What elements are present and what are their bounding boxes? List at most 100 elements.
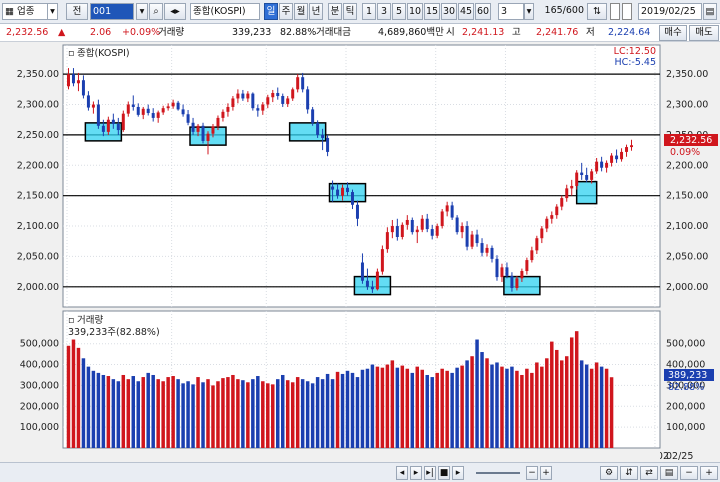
compare-icon[interactable]: ⇄ bbox=[640, 466, 658, 480]
period-week-button[interactable]: 주 bbox=[279, 3, 293, 20]
volume-bar bbox=[485, 358, 489, 448]
volume-bar bbox=[579, 360, 584, 448]
volume-bar bbox=[320, 379, 325, 448]
price-tick-left: 2,000.00 bbox=[17, 282, 59, 293]
volume-bar bbox=[335, 371, 340, 448]
volume-bar bbox=[156, 379, 160, 448]
volume-bar bbox=[121, 374, 126, 448]
volume-bar bbox=[191, 384, 195, 448]
interval-button-1[interactable]: 1 bbox=[362, 3, 376, 20]
checkbox-icon[interactable] bbox=[610, 3, 620, 20]
highlight-box bbox=[575, 180, 598, 205]
price-tick-left: 2,100.00 bbox=[17, 221, 59, 232]
volume-bar bbox=[545, 358, 549, 448]
interval-button-30[interactable]: 30 bbox=[441, 3, 457, 20]
zoom-plus-icon[interactable]: + bbox=[700, 466, 718, 480]
zoom-minus-icon[interactable]: − bbox=[680, 466, 698, 480]
price-tick-left: 2,350.00 bbox=[17, 69, 59, 80]
volume-bar bbox=[569, 337, 574, 448]
volume-bar bbox=[500, 366, 504, 448]
code-input[interactable]: 001 bbox=[90, 3, 134, 20]
candle-body bbox=[86, 95, 90, 108]
stop-icon[interactable]: ■ bbox=[438, 466, 450, 480]
volume-bar bbox=[589, 368, 594, 448]
candle-body bbox=[560, 198, 564, 207]
candle-body bbox=[246, 93, 250, 99]
candle-body bbox=[131, 104, 135, 107]
speaker-icon[interactable]: ◂▸ bbox=[164, 3, 186, 20]
dropdown-icon[interactable]: ▾ bbox=[48, 3, 58, 20]
candle-body bbox=[395, 226, 399, 237]
period-minute-button[interactable]: 분 bbox=[328, 3, 342, 20]
market-type-button[interactable]: 전 bbox=[66, 3, 88, 20]
period-year-button[interactable]: 년 bbox=[309, 3, 323, 20]
indicator-icon[interactable]: ⇵ bbox=[620, 466, 638, 480]
candle-body bbox=[316, 122, 320, 135]
interval-select[interactable]: 3 bbox=[498, 3, 524, 20]
candle-body bbox=[271, 92, 275, 98]
volume-tick-right: 100,000 bbox=[666, 422, 705, 433]
code-dropdown-icon[interactable]: ▾ bbox=[136, 3, 148, 20]
volume-bar bbox=[395, 367, 400, 448]
zoom-slider[interactable] bbox=[476, 472, 520, 474]
buy-button[interactable]: 매수 bbox=[659, 25, 687, 41]
volume-bar bbox=[560, 360, 564, 448]
current-price-axis-pct: 0.09% bbox=[670, 147, 700, 158]
price-panel-title: 종합(KOSPI) bbox=[77, 48, 130, 59]
volume-bar bbox=[76, 347, 81, 448]
volume-bar bbox=[540, 366, 544, 448]
candle-body bbox=[311, 109, 315, 123]
next-icon[interactable]: ▸ bbox=[452, 466, 464, 480]
interval-dropdown-icon[interactable]: ▾ bbox=[524, 3, 534, 20]
candle-body bbox=[301, 77, 305, 90]
volume-bar bbox=[594, 362, 599, 448]
volume-bar bbox=[420, 369, 424, 448]
checkbox-icon[interactable] bbox=[622, 3, 632, 20]
interval-button-3[interactable]: 3 bbox=[377, 3, 391, 20]
volume-bar bbox=[91, 370, 96, 448]
candle-body bbox=[126, 104, 130, 114]
chart-bottom-bar: ◂ ▸ ▸| ■ ▸ − + ⚙ ⇵ ⇄ ▤ − + bbox=[0, 462, 720, 482]
calendar-icon[interactable]: ▤ bbox=[703, 3, 717, 20]
candle-body bbox=[266, 97, 270, 105]
sell-button[interactable]: 매도 bbox=[689, 25, 719, 41]
period-day-button[interactable]: 일 bbox=[264, 3, 278, 20]
candle-body bbox=[500, 267, 504, 278]
interval-button-15[interactable]: 15 bbox=[424, 3, 440, 20]
volume-label: 거래량 bbox=[158, 27, 185, 38]
scroll-left-icon[interactable]: ◂ bbox=[396, 466, 408, 480]
market-select[interactable]: ▦ 업종 bbox=[2, 3, 48, 20]
data-count-spinner-icon[interactable]: ⇅ bbox=[587, 3, 607, 20]
interval-button-5[interactable]: 5 bbox=[392, 3, 406, 20]
volume-bar bbox=[465, 360, 469, 448]
period-month-button[interactable]: 월 bbox=[294, 3, 308, 20]
candle-body bbox=[455, 217, 459, 233]
price-tick-right: 2,000.00 bbox=[666, 282, 708, 293]
zoom-in-icon[interactable]: + bbox=[540, 466, 552, 480]
candle-body bbox=[350, 192, 354, 205]
chart-type-icon[interactable]: ▤ bbox=[660, 466, 678, 480]
lc-label: LC:12.50 bbox=[614, 46, 656, 57]
date-input[interactable]: 2019/02/25 bbox=[638, 3, 702, 20]
search-icon[interactable]: ⌕ bbox=[149, 3, 163, 20]
volume-bar bbox=[211, 385, 215, 448]
interval-button-10[interactable]: 10 bbox=[407, 3, 423, 20]
candle-body bbox=[610, 155, 614, 163]
volume-tick-left: 100,000 bbox=[20, 422, 59, 433]
volume-bar bbox=[460, 365, 464, 448]
period-tick-button[interactable]: 틱 bbox=[343, 3, 357, 20]
price-volume-chart[interactable]: 2,350.00 2,350.00 2,300.00 2,300.00 2,250.00… bbox=[0, 42, 720, 462]
interval-button-45[interactable]: 45 bbox=[458, 3, 474, 20]
volume-bar bbox=[116, 381, 121, 448]
volume-bar bbox=[315, 377, 320, 448]
highlight-box bbox=[288, 122, 327, 142]
settings-icon[interactable]: ⚙ bbox=[600, 466, 618, 480]
interval-button-60[interactable]: 60 bbox=[475, 3, 491, 20]
volume-bar bbox=[445, 370, 449, 448]
scroll-end-icon[interactable]: ▸| bbox=[424, 466, 436, 480]
volume-bar bbox=[525, 368, 529, 448]
zoom-out-icon[interactable]: − bbox=[526, 466, 538, 480]
candle-body bbox=[595, 161, 599, 172]
play-icon[interactable]: ▸ bbox=[410, 466, 422, 480]
hc-label: HC:-5.45 bbox=[614, 57, 656, 68]
